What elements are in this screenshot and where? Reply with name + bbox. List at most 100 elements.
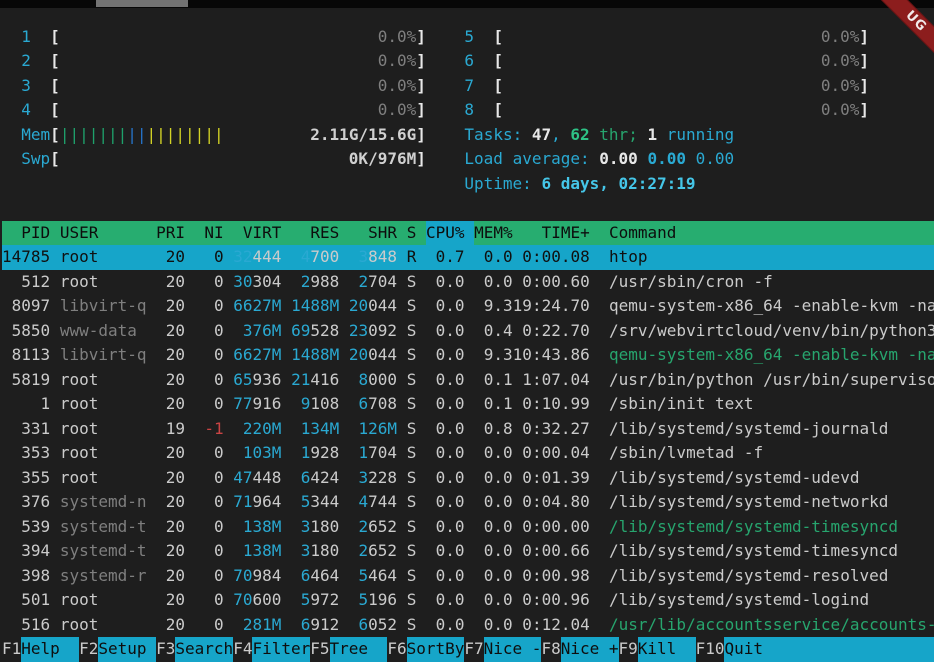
process-row-376[interactable]: 376 systemd-n 20 0 71964 5344 4744 S 0.0… bbox=[2, 490, 934, 515]
process-row-501[interactable]: 501 root 20 0 70600 5972 5196 S 0.0 0.0 … bbox=[2, 588, 934, 613]
window-tab-handle[interactable] bbox=[96, 0, 188, 7]
process-row-355[interactable]: 355 root 20 0 47448 6424 3228 S 0.0 0.0 … bbox=[2, 466, 934, 491]
text-run bbox=[416, 539, 426, 564]
text-run bbox=[147, 490, 157, 515]
cell-pid: 512 bbox=[2, 270, 50, 295]
text-run bbox=[281, 245, 291, 270]
memory-number-prefix: 2 bbox=[349, 515, 368, 540]
text-run bbox=[185, 613, 195, 638]
text-run bbox=[416, 490, 426, 515]
process-row-5819[interactable]: 5819 root 20 0 65936 21416 8000 S 0.0 0.… bbox=[2, 368, 934, 393]
process-row-512[interactable]: 512 root 20 0 30304 2988 2704 S 0.0 0.0 … bbox=[2, 270, 934, 295]
col-res[interactable]: RES bbox=[291, 221, 339, 246]
memory-number: 281M bbox=[233, 613, 281, 638]
fkey-f6[interactable]: F6 bbox=[387, 637, 406, 662]
col-time[interactable]: TIME+ bbox=[513, 221, 590, 246]
text-run bbox=[2, 98, 21, 123]
table-header-row[interactable]: PID USER PRI NI VIRT RES SHR S CPU% MEM%… bbox=[2, 221, 934, 246]
cell-pri: 20 bbox=[156, 613, 185, 638]
text-run bbox=[147, 270, 157, 295]
fkey-f10[interactable]: F10 bbox=[696, 637, 725, 662]
text-run bbox=[185, 466, 195, 491]
process-row-5850[interactable]: 5850 www-data 20 0 376M 69528 23092 S 0.… bbox=[2, 319, 934, 344]
col-ni[interactable]: NI bbox=[195, 221, 224, 246]
fkey-f4-label[interactable]: Filter bbox=[252, 637, 310, 662]
fkey-f2[interactable]: F2 bbox=[79, 637, 98, 662]
function-key-bar[interactable]: F1Help F2Setup F3SearchF4FilterF5Tree F6… bbox=[2, 637, 934, 662]
cell-user: root bbox=[60, 441, 147, 466]
process-row-398[interactable]: 398 systemd-r 20 0 70984 6464 5464 S 0.0… bbox=[2, 564, 934, 589]
col-virt[interactable]: VIRT bbox=[233, 221, 281, 246]
col-command[interactable]: Command bbox=[609, 221, 676, 246]
fkey-f7-label[interactable]: Nice - bbox=[484, 637, 542, 662]
text-run bbox=[185, 588, 195, 613]
col-shr[interactable]: SHR bbox=[349, 221, 397, 246]
process-row-394[interactable]: 394 systemd-t 20 0 138M 3180 2652 S 0.0 … bbox=[2, 539, 934, 564]
text-run bbox=[503, 49, 821, 74]
fkey-f10-label[interactable]: Quit bbox=[724, 637, 934, 662]
text-run bbox=[224, 564, 234, 589]
memory-number: 1488M bbox=[291, 294, 339, 319]
text-run bbox=[397, 270, 407, 295]
cpu1-meter-close: ] bbox=[416, 25, 426, 50]
text-run bbox=[590, 221, 609, 246]
col-s[interactable]: S bbox=[407, 221, 417, 246]
process-row-516[interactable]: 516 root 20 0 281M 6912 6052 S 0.0 0.0 0… bbox=[2, 613, 934, 638]
memory-number: 912 bbox=[310, 613, 339, 638]
col-mem[interactable]: MEM% bbox=[474, 221, 513, 246]
process-row-1[interactable]: 1 root 20 0 77916 9108 6708 S 0.0 0.1 0:… bbox=[2, 392, 934, 417]
process-row-353[interactable]: 353 root 20 0 103M 1928 1704 S 0.0 0.0 0… bbox=[2, 441, 934, 466]
cell-cpu: 0.0 bbox=[426, 539, 465, 564]
fkey-f8-label[interactable]: Nice + bbox=[561, 637, 619, 662]
text-run bbox=[281, 515, 291, 540]
text-run bbox=[397, 343, 407, 368]
text-run bbox=[185, 564, 195, 589]
fkey-f9-label[interactable]: Kill bbox=[638, 637, 696, 662]
text-run bbox=[339, 343, 349, 368]
cell-pri: 20 bbox=[156, 466, 185, 491]
cell-pid: 5850 bbox=[2, 319, 50, 344]
cell-user: root bbox=[60, 392, 147, 417]
process-row-8113[interactable]: 8113 libvirt-q 20 0 6627M 1488M 20044 S … bbox=[2, 343, 934, 368]
cell-user: libvirt-q bbox=[60, 343, 147, 368]
fkey-f5[interactable]: F5 bbox=[310, 637, 329, 662]
text-run bbox=[50, 441, 60, 466]
process-row-539[interactable]: 539 systemd-t 20 0 138M 3180 2652 S 0.0 … bbox=[2, 515, 934, 540]
process-row-14785[interactable]: 14785 root 20 0 32444 4700 3848 R 0.7 0.… bbox=[2, 245, 934, 270]
col-pri[interactable]: PRI bbox=[156, 221, 185, 246]
fkey-f1[interactable]: F1 bbox=[2, 637, 21, 662]
col-pid[interactable]: PID bbox=[2, 221, 50, 246]
memory-number-prefix: 30 bbox=[233, 270, 252, 295]
text-run bbox=[339, 588, 349, 613]
text-run bbox=[281, 490, 291, 515]
cell-cpu: 0.0 bbox=[426, 417, 465, 442]
memory-number: 180 bbox=[310, 539, 339, 564]
memory-number-prefix: 1 bbox=[291, 441, 310, 466]
fkey-f6-label[interactable]: SortBy bbox=[407, 637, 465, 662]
col-user[interactable]: USER bbox=[60, 221, 147, 246]
fkey-f7[interactable]: F7 bbox=[464, 637, 483, 662]
cpu6-label: 6 bbox=[464, 49, 493, 74]
col-cpu-sort-active[interactable]: CPU% bbox=[426, 221, 474, 246]
cell-state: S bbox=[407, 417, 417, 442]
text-run bbox=[339, 417, 349, 442]
cell-cpu: 0.0 bbox=[426, 490, 465, 515]
cell-pri: 20 bbox=[156, 368, 185, 393]
fkey-f3-label[interactable]: Search bbox=[175, 637, 233, 662]
memory-number: 052 bbox=[368, 613, 397, 638]
fkey-f5-label[interactable]: Tree bbox=[330, 637, 388, 662]
text-run bbox=[590, 515, 609, 540]
fkey-f1-label[interactable]: Help bbox=[21, 637, 79, 662]
fkey-f3[interactable]: F3 bbox=[156, 637, 175, 662]
fkey-f8[interactable]: F8 bbox=[541, 637, 560, 662]
fkey-f9[interactable]: F9 bbox=[619, 637, 638, 662]
memory-number-prefix: 65 bbox=[233, 368, 252, 393]
process-row-8097[interactable]: 8097 libvirt-q 20 0 6627M 1488M 20044 S … bbox=[2, 294, 934, 319]
fkey-f4[interactable]: F4 bbox=[233, 637, 252, 662]
fkey-f2-label[interactable]: Setup bbox=[98, 637, 156, 662]
memory-number: 448 bbox=[253, 466, 282, 491]
uptime-value: 6 days, 02:27:19 bbox=[541, 172, 695, 197]
memory-number: 376M bbox=[233, 319, 281, 344]
process-row-331[interactable]: 331 root 19 -1 220M 134M 126M S 0.0 0.8 … bbox=[2, 417, 934, 442]
text-run bbox=[590, 392, 609, 417]
